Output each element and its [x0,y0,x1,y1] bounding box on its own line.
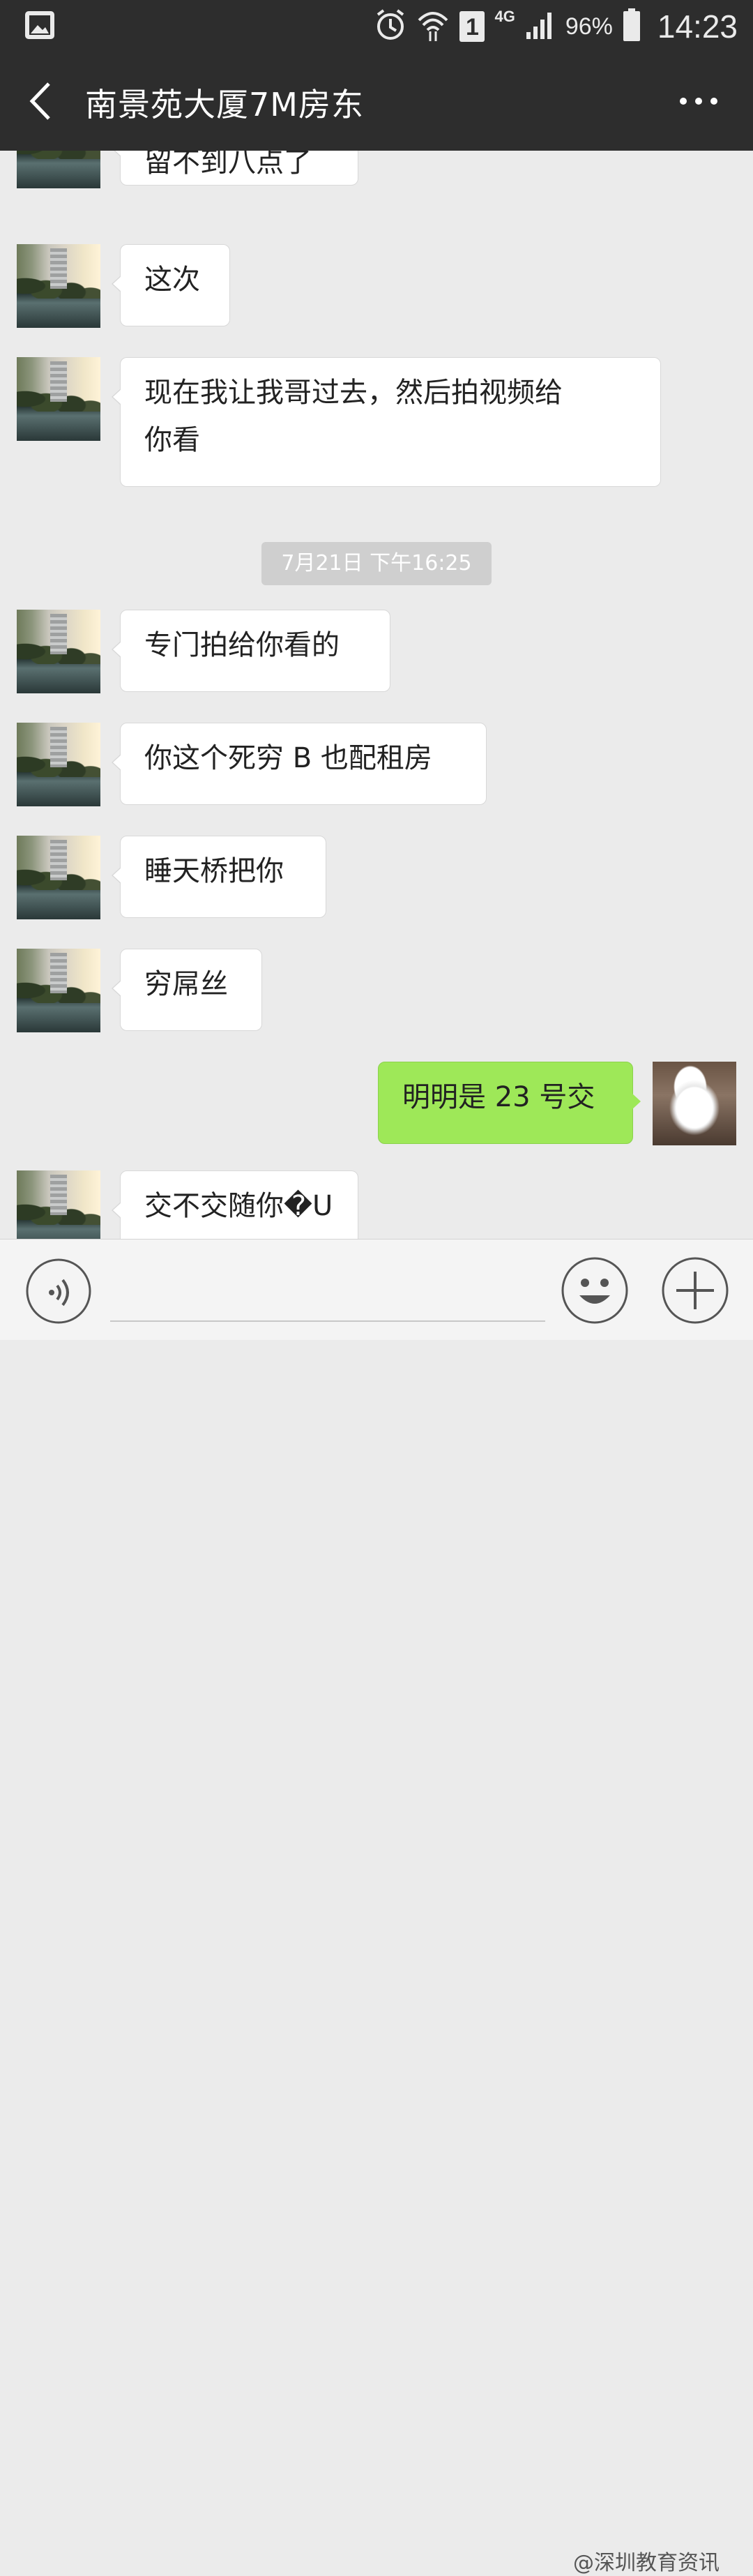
chat-message-list[interactable]: 留不到八点了 这次 现在我让我哥过去，然后拍视频给 你看 7月21日 下午16:… [0,151,753,1239]
landlord-avatar[interactable] [17,949,100,1032]
my-avatar[interactable] [653,1062,736,1145]
message-text: 这次 [144,264,200,296]
message-text: 交不交随你�U [144,1190,333,1222]
input-bar: @深圳教育资讯 [0,1239,753,2575]
signal-strength-icon [525,10,556,43]
message-text: 睡天桥把你 [144,855,284,887]
landlord-avatar[interactable] [17,836,100,919]
sim-1-icon: 1 [459,11,485,42]
message-text: 明明是 23 号交 [402,1081,595,1113]
message-text: 穷屌丝 [144,968,228,1000]
wifi-icon [416,8,450,45]
voice-icon[interactable] [25,1258,92,1325]
clock: 14:23 [657,8,738,45]
message-bubble[interactable]: 你这个死穷 B 也配租房 [112,723,487,805]
message-bubble[interactable]: 专门拍给你看的 [112,610,390,692]
message-text: 留不到八点了 [144,151,312,179]
landlord-avatar[interactable] [17,1170,100,1239]
battery-icon [623,8,641,45]
status-bar: 1 4G 96% 14:23 [0,0,753,52]
message-text-line: 你看 [144,424,200,456]
alarm-icon [374,8,406,45]
message-text-line: 现在我让我哥过去，然后拍视频给 [144,377,563,409]
message-text: 专门拍给你看的 [144,629,340,661]
message-text: 你这个死穷 B 也配租房 [144,742,432,774]
landlord-avatar[interactable] [17,357,100,441]
back-arrow-icon[interactable] [21,77,70,126]
battery-percent: 96% [565,13,613,40]
message-bubble[interactable]: 这次 [112,244,230,326]
timestamp-divider: 7月21日 下午16:25 [261,542,492,585]
chat-title: 南景苑大厦7M房东 [85,86,364,123]
network-type-label: 4G [494,8,515,25]
plus-icon[interactable] [661,1256,729,1325]
chat-header: 南景苑大厦7M房东 [0,52,753,151]
watermark: @深圳教育资讯 [573,2551,720,2575]
message-bubble[interactable]: 留不到八点了 [112,151,358,186]
more-dots-icon[interactable] [676,84,725,119]
message-bubble[interactable]: 现在我让我哥过去，然后拍视频给 你看 [112,357,661,487]
message-bubble[interactable]: 睡天桥把你 [112,836,326,918]
landlord-avatar[interactable] [17,151,100,188]
message-bubble[interactable]: 交不交随你�U [112,1170,358,1239]
message-input[interactable] [110,1263,545,1322]
message-bubble[interactable]: 穷屌丝 [112,949,262,1031]
emoji-icon[interactable] [561,1256,629,1325]
landlord-avatar[interactable] [17,610,100,693]
gallery-notification-icon [24,10,56,43]
landlord-avatar[interactable] [17,244,100,328]
landlord-avatar[interactable] [17,723,100,806]
my-message-bubble[interactable]: 明明是 23 号交 [378,1062,641,1144]
